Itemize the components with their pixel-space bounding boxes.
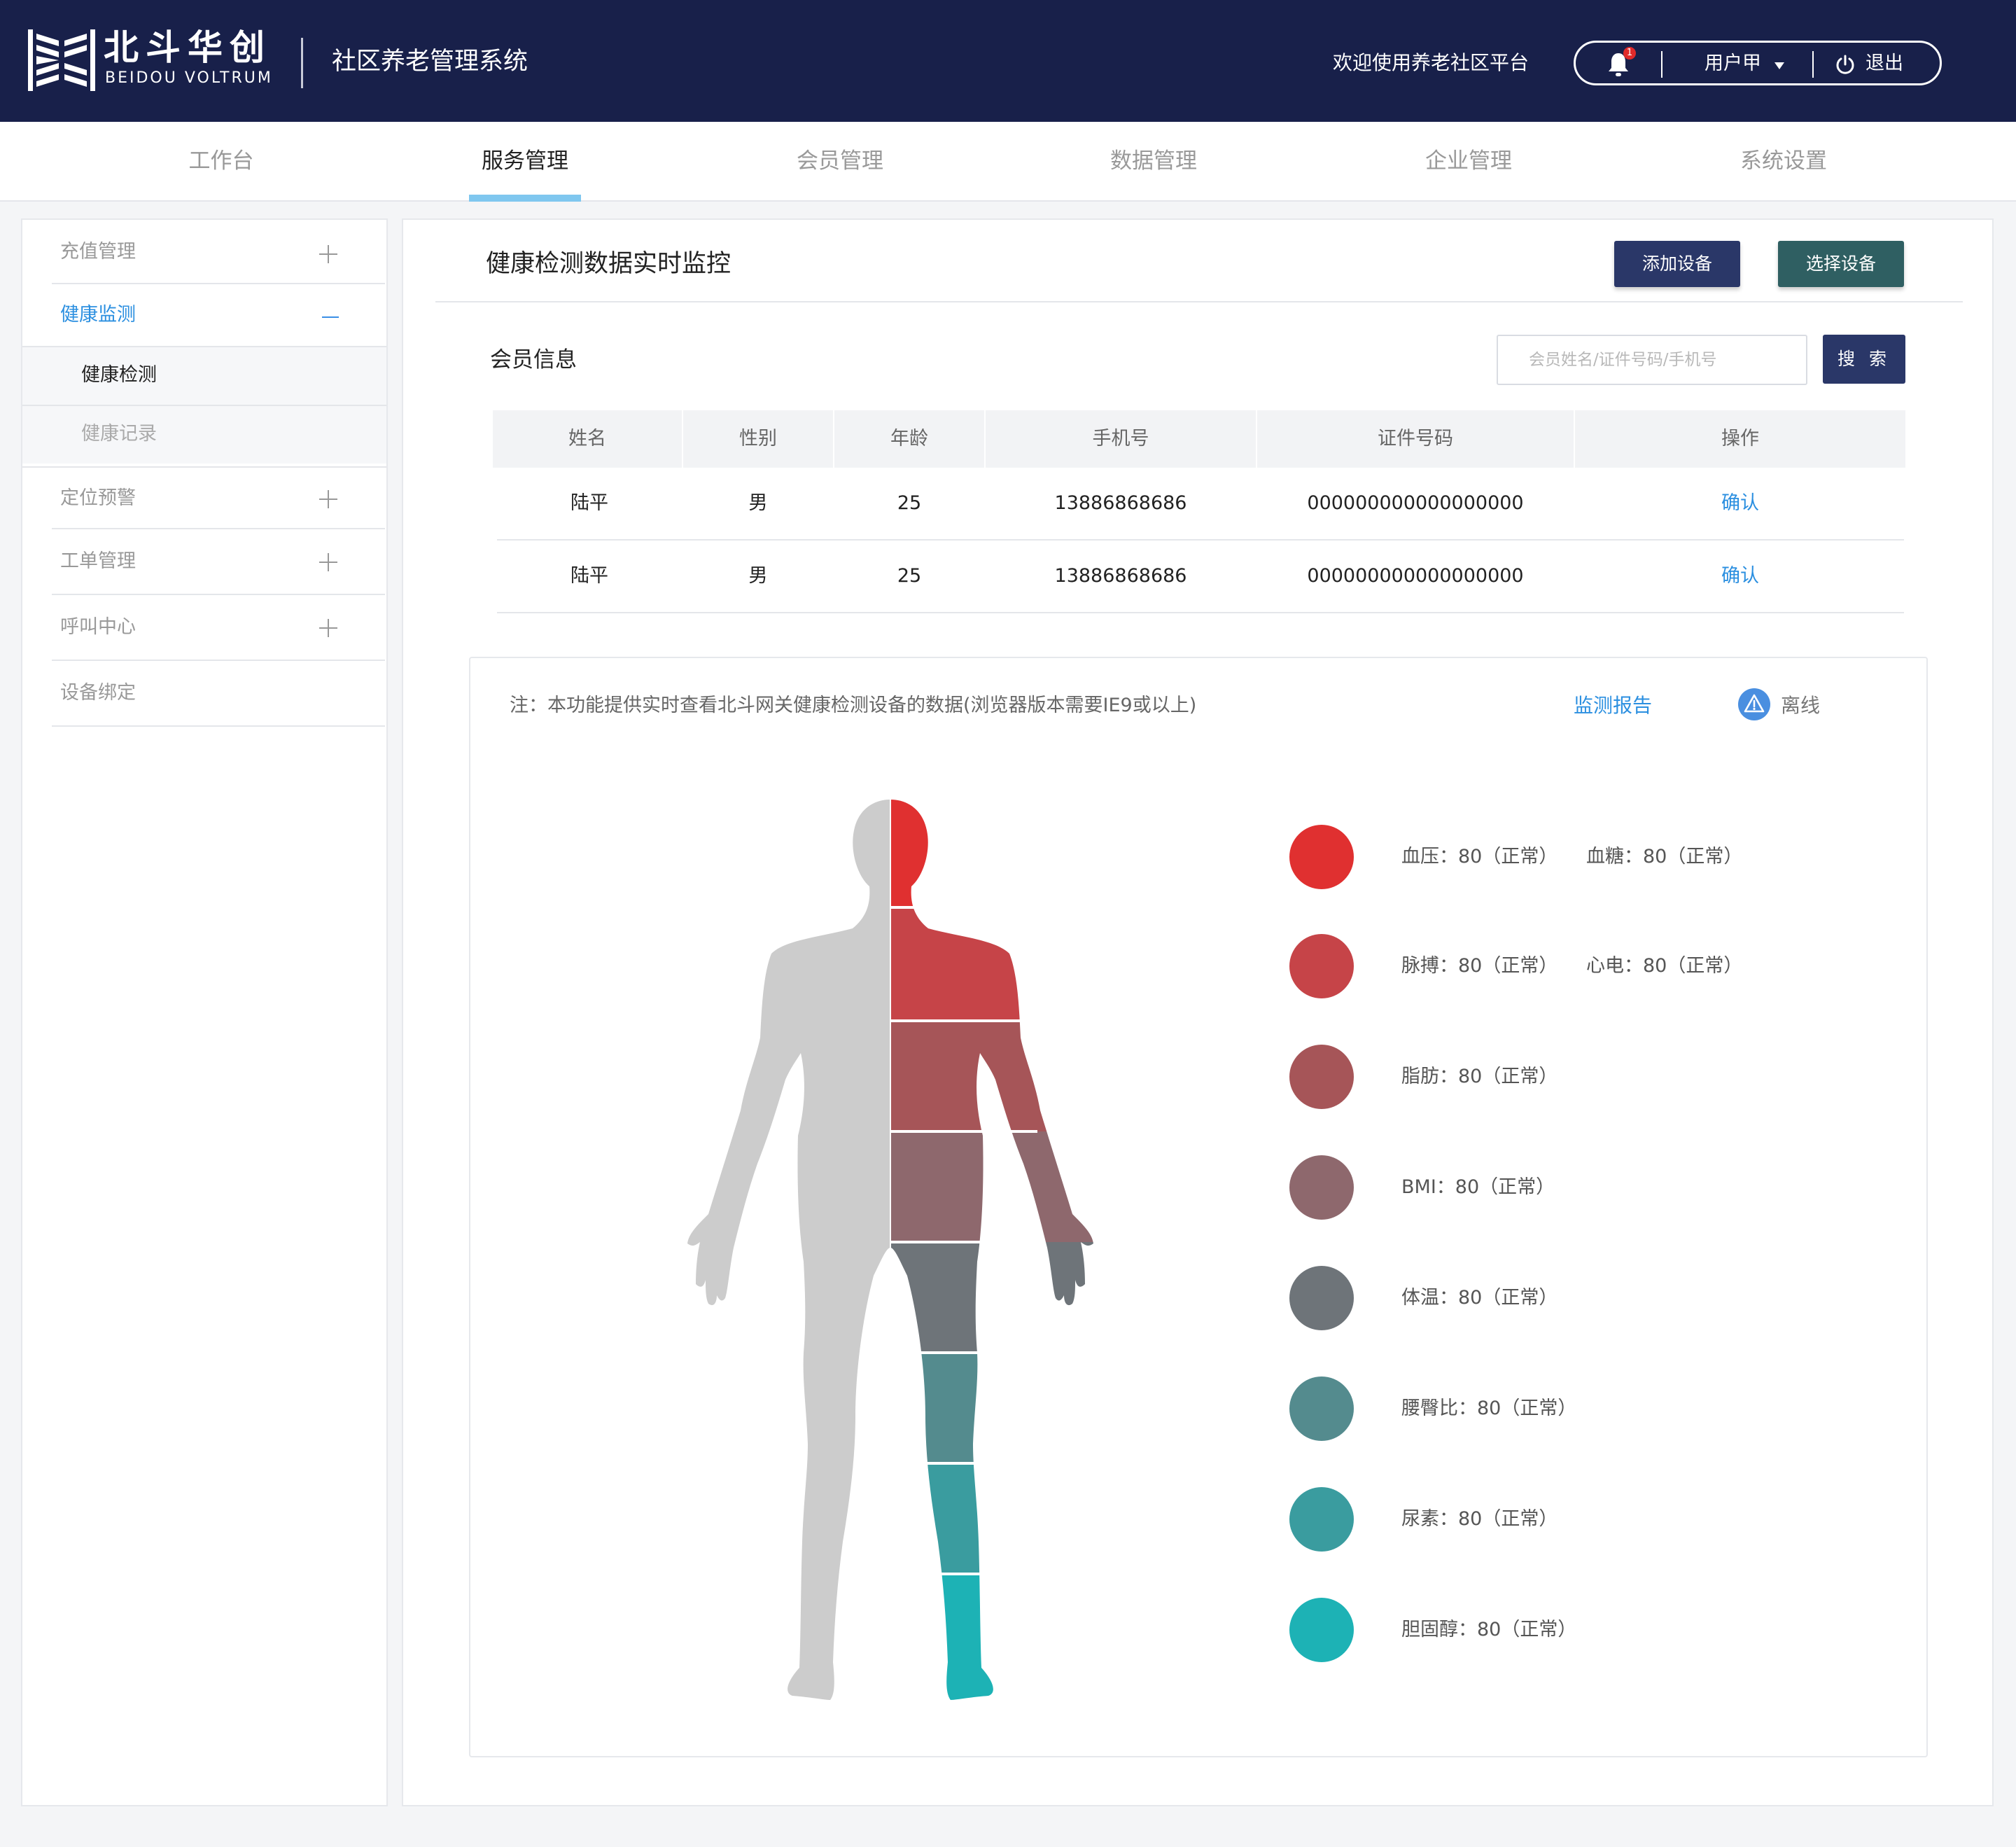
plus-icon[interactable] xyxy=(319,490,337,508)
sidebar-subitem-label: 健康记录 xyxy=(81,423,157,445)
sidebar-item-device-binding[interactable]: 设备绑定 xyxy=(22,661,386,727)
top-header: 北斗华创 BEIDOU VOLTRUM 社区养老管理系统 欢迎使用养老社区平台 … xyxy=(0,0,2016,122)
sidebar-item-call-center[interactable]: 呼叫中心 xyxy=(22,595,386,661)
cell-name: 陆平 xyxy=(570,565,608,587)
brand-name-cn: 北斗华创 xyxy=(104,27,272,68)
confirm-link[interactable]: 确认 xyxy=(1575,541,1905,612)
metric-bmi: BMI：80（正常） xyxy=(1401,1176,1555,1198)
tab-service-management[interactable]: 服务管理 xyxy=(455,122,595,200)
cell-id-number: 000000000000000000 xyxy=(1307,492,1524,514)
plus-icon[interactable] xyxy=(319,245,337,263)
main-nav: 工作台 服务管理 会员管理 数据管理 企业管理 系统设置 xyxy=(0,122,2016,202)
metric-indicator xyxy=(1289,825,1354,889)
plus-icon[interactable] xyxy=(319,553,337,571)
notice-text: 注：本功能提供实时查看北斗网关健康检测设备的数据(浏览器版本需要IE9或以上) xyxy=(510,695,1197,716)
metric-blood-sugar: 血糖：80（正常） xyxy=(1586,846,1743,867)
sidebar-item-health-monitoring[interactable]: 健康监测 xyxy=(22,284,386,347)
column-header: 手机号 xyxy=(1092,428,1149,449)
page-title: 健康检测数据实时监控 xyxy=(486,250,732,278)
cell-name: 陆平 xyxy=(570,492,608,514)
sidebar-item-location-alert[interactable]: 定位预警 xyxy=(22,466,386,529)
metric-ecg: 心电：80（正常） xyxy=(1586,955,1743,977)
health-monitor-panel: 注：本功能提供实时查看北斗网关健康检测设备的数据(浏览器版本需要IE9或以上) … xyxy=(469,657,1928,1757)
metric-indicator xyxy=(1289,1266,1354,1330)
pill-separator xyxy=(1812,51,1814,78)
tab-member-management[interactable]: 会员管理 xyxy=(770,122,910,200)
tab-enterprise-management[interactable]: 企业管理 xyxy=(1399,122,1539,200)
cell-age: 25 xyxy=(897,565,922,587)
brand-logo-icon xyxy=(28,29,95,91)
brand-name-en: BEIDOU VOLTRUM xyxy=(105,69,273,87)
tab-data-management[interactable]: 数据管理 xyxy=(1084,122,1224,200)
pill-separator xyxy=(1661,51,1662,78)
sidebar-item-work-orders[interactable]: 工单管理 xyxy=(22,529,386,595)
minus-icon[interactable] xyxy=(322,316,339,318)
caret-down-icon[interactable] xyxy=(1774,62,1784,69)
sidebar-divider xyxy=(52,725,385,727)
header-divider xyxy=(301,38,303,88)
add-device-button[interactable]: 添加设备 xyxy=(1614,241,1740,287)
cell-phone: 13886868686 xyxy=(1054,492,1187,514)
sidebar-subitem-health-records[interactable]: 健康记录 xyxy=(22,405,386,464)
sidebar: 充值管理 健康监测 健康检测 健康记录 定位预警 工单管理 呼叫中心 设备绑定 xyxy=(21,218,388,1806)
table-header: 姓名 性别 年龄 手机号 证件号码 操作 xyxy=(493,410,1905,468)
cell-gender: 男 xyxy=(748,492,768,514)
cell-age: 25 xyxy=(897,492,922,514)
sidebar-item-recharge[interactable]: 充值管理 xyxy=(22,220,386,284)
sidebar-item-label: 充值管理 xyxy=(60,241,136,263)
sidebar-item-label: 工单管理 xyxy=(60,550,136,572)
metric-cholesterol: 胆固醇：80（正常） xyxy=(1401,1619,1577,1640)
user-menu-pill: 1 用户甲 退出 xyxy=(1574,41,1942,85)
sidebar-item-label: 健康监测 xyxy=(60,304,136,326)
cell-phone: 13886868686 xyxy=(1054,565,1187,587)
metric-indicator xyxy=(1289,1487,1354,1552)
metric-waist-hip-ratio: 腰臀比：80（正常） xyxy=(1401,1398,1577,1419)
monitoring-report-link[interactable]: 监测报告 xyxy=(1574,692,1652,720)
tab-workbench[interactable]: 工作台 xyxy=(151,122,291,200)
metric-blood-pressure: 血压：80（正常） xyxy=(1401,846,1558,867)
cell-id-number: 000000000000000000 xyxy=(1307,565,1524,587)
metric-indicator xyxy=(1289,1598,1354,1662)
plus-icon[interactable] xyxy=(319,619,337,637)
sidebar-item-label: 呼叫中心 xyxy=(60,616,136,638)
metric-indicator xyxy=(1289,1155,1354,1220)
user-name-dropdown[interactable]: 用户甲 xyxy=(1704,50,1761,78)
human-body-figure xyxy=(687,800,1093,1703)
table-row: 陆平 男 25 13886868686 000000000000000000 确… xyxy=(497,468,1904,541)
logout-button[interactable]: 退出 xyxy=(1865,50,1903,78)
notification-badge: 1 xyxy=(1623,47,1636,60)
active-tab-indicator xyxy=(469,195,581,202)
main-panel: 健康检测数据实时监控 添加设备 选择设备 会员信息 搜 索 姓名 性别 年龄 手… xyxy=(402,218,1994,1806)
welcome-text: 欢迎使用养老社区平台 xyxy=(1333,51,1530,74)
sidebar-subitem-health-check[interactable]: 健康检测 xyxy=(22,346,386,405)
search-button[interactable]: 搜 索 xyxy=(1823,335,1905,384)
warning-icon xyxy=(1738,688,1770,720)
sidebar-subitem-label: 健康检测 xyxy=(81,364,157,386)
tab-system-settings[interactable]: 系统设置 xyxy=(1714,122,1854,200)
column-header: 姓名 xyxy=(568,428,606,449)
column-header: 操作 xyxy=(1721,428,1759,449)
metric-temperature: 体温：80（正常） xyxy=(1401,1287,1558,1309)
metric-fat: 脂肪：80（正常） xyxy=(1401,1066,1558,1087)
column-header: 年龄 xyxy=(890,428,928,449)
table-row: 陆平 男 25 13886868686 000000000000000000 确… xyxy=(497,541,1904,613)
system-title: 社区养老管理系统 xyxy=(332,48,528,76)
metric-urea: 尿素：80（正常） xyxy=(1401,1508,1558,1530)
metric-indicator xyxy=(1289,934,1354,998)
select-device-button[interactable]: 选择设备 xyxy=(1778,241,1904,287)
metric-indicator xyxy=(1289,1376,1354,1441)
cell-gender: 男 xyxy=(748,565,768,587)
sidebar-item-label: 定位预警 xyxy=(60,487,136,509)
column-header: 性别 xyxy=(739,428,777,449)
power-icon[interactable] xyxy=(1835,54,1856,75)
column-header: 证件号码 xyxy=(1378,428,1453,449)
device-status: 离线 xyxy=(1781,694,1821,717)
member-section-title: 会员信息 xyxy=(490,347,577,372)
sidebar-item-label: 设备绑定 xyxy=(60,682,136,704)
title-divider xyxy=(435,301,1963,302)
metric-pulse: 脉搏：80（正常） xyxy=(1401,955,1558,977)
search-input[interactable] xyxy=(1497,335,1807,385)
confirm-link[interactable]: 确认 xyxy=(1575,468,1905,539)
metric-indicator xyxy=(1289,1045,1354,1109)
